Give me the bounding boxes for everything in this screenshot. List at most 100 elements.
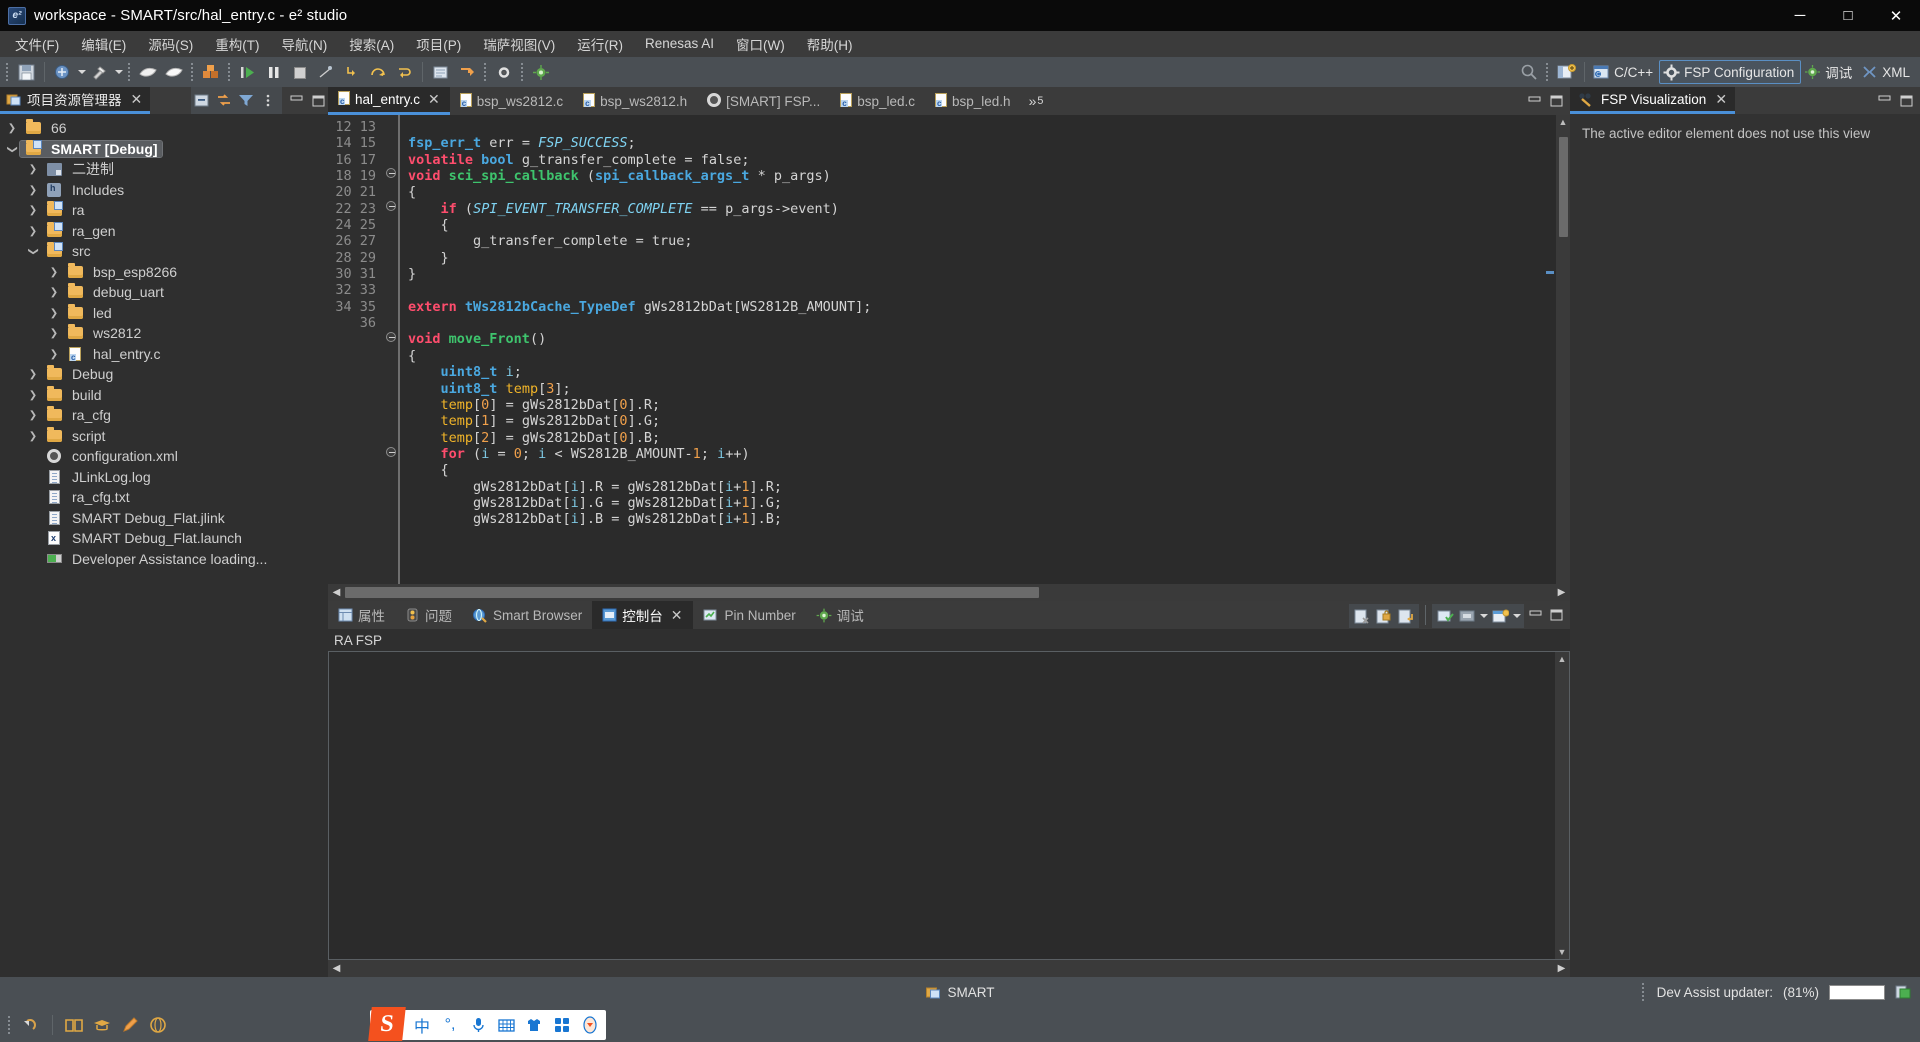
display-selected-console-icon[interactable]	[1434, 605, 1456, 627]
tree-item[interactable]: script	[0, 426, 328, 447]
scroll-right-icon[interactable]: ▶	[1553, 584, 1570, 601]
chevron-right-icon[interactable]	[4, 122, 20, 134]
perspective-fsp-configuration[interactable]: FSP Configuration	[1659, 60, 1802, 84]
perspective-cpp[interactable]: C C/C++	[1590, 60, 1659, 84]
editor-tab-smart-fsp[interactable]: [SMART] FSP...	[697, 87, 830, 115]
console-hscroll-track[interactable]	[345, 960, 1553, 977]
view-menu-icon[interactable]	[257, 90, 279, 112]
console-tab-[interactable]: 问题	[395, 601, 462, 629]
new-file-icon[interactable]	[429, 60, 453, 84]
build-all-dropdown-icon[interactable]	[76, 60, 87, 84]
code-text-area[interactable]: fsp_err_t err = FSP_SUCCESS; volatile bo…	[398, 115, 1570, 584]
toolbar-grip-4[interactable]	[226, 63, 233, 81]
resume-icon[interactable]	[236, 60, 260, 84]
tree-item[interactable]: SMART Debug_Flat.jlink	[0, 508, 328, 529]
console-tab-[interactable]: 调试	[806, 601, 874, 629]
clear-console-icon[interactable]	[1351, 605, 1373, 627]
step-into-icon[interactable]	[340, 60, 364, 84]
step-over-icon[interactable]	[366, 60, 390, 84]
tree-item[interactable]: build	[0, 385, 328, 406]
tab-fsp-visualization[interactable]: FSP Visualization ✕	[1570, 87, 1736, 114]
close-button[interactable]: ✕	[1872, 0, 1920, 31]
chevron-down-icon[interactable]	[4, 143, 20, 155]
menu-file[interactable]: 文件(F)	[4, 31, 70, 57]
fox-icon[interactable]	[580, 1016, 600, 1034]
code-editor[interactable]: 12 13 14 15 16 17 18 19 20 21 22 23 24 2…	[328, 115, 1570, 584]
tree-item[interactable]: configuration.xml	[0, 446, 328, 467]
close-icon[interactable]: ✕	[1715, 91, 1727, 108]
chevron-right-icon[interactable]	[46, 327, 62, 339]
chevron-down-icon[interactable]	[25, 245, 41, 257]
close-icon[interactable]: ✕	[428, 91, 440, 108]
editor-vertical-scrollbar[interactable]: ▲	[1556, 115, 1570, 584]
undo-icon[interactable]	[19, 1013, 43, 1037]
filter-icon[interactable]	[235, 90, 257, 112]
perspective-xml[interactable]: XML	[1858, 60, 1916, 84]
blocks-icon[interactable]	[199, 60, 223, 84]
console-vertical-scrollbar[interactable]: ▲ ▼	[1555, 652, 1569, 959]
hammer-build-icon[interactable]	[88, 60, 112, 84]
hammer-build-dropdown-icon[interactable]	[113, 60, 124, 84]
pencil-icon[interactable]	[118, 1013, 142, 1037]
open-console-dropdown-icon[interactable]	[1478, 604, 1489, 628]
chevron-right-icon[interactable]	[25, 184, 41, 196]
chevron-right-icon[interactable]	[25, 430, 41, 442]
run-bird-icon[interactable]	[162, 60, 186, 84]
tab-project-explorer[interactable]: 项目资源管理器 ✕	[0, 87, 151, 114]
minimize-console-icon[interactable]	[1525, 604, 1545, 626]
tree-item[interactable]: Includes	[0, 180, 328, 201]
keyboard-icon[interactable]	[496, 1018, 516, 1033]
project-tree[interactable]: 66 SMART [Debug] 二进制 Includes ra ra_gensrcbsp…	[0, 114, 328, 977]
debug-bug-icon[interactable]	[529, 60, 553, 84]
debug-bird-icon[interactable]	[136, 60, 160, 84]
chevron-right-icon[interactable]	[25, 204, 41, 216]
minimize-button[interactable]: ─	[1776, 0, 1824, 31]
chevron-right-icon[interactable]	[25, 225, 41, 237]
menu-project[interactable]: 项目(P)	[405, 31, 472, 57]
tree-item[interactable]: SMART Debug_Flat.launch	[0, 528, 328, 549]
editor-horizontal-scrollbar[interactable]: ◀ ▶	[328, 584, 1570, 601]
close-icon[interactable]: ✕	[131, 91, 143, 108]
pin-console-icon[interactable]	[1395, 605, 1417, 627]
chevron-right-icon[interactable]	[25, 389, 41, 401]
minimize-editor-icon[interactable]	[1524, 90, 1544, 112]
generate-project-content-icon[interactable]	[455, 60, 479, 84]
console-scroll-left-icon[interactable]: ◀	[328, 960, 345, 977]
fold-marker[interactable]	[386, 168, 396, 178]
menu-renesas-ai[interactable]: Renesas AI	[634, 33, 725, 54]
tree-item[interactable]: bsp_esp8266	[0, 262, 328, 283]
scroll-lock-icon[interactable]	[1373, 605, 1395, 627]
console-scroll-right-icon[interactable]: ▶	[1553, 960, 1570, 977]
step-return-icon[interactable]	[392, 60, 416, 84]
perspective-debug[interactable]: 调试	[1801, 60, 1858, 84]
tree-item[interactable]: ra_cfg.txt	[0, 487, 328, 508]
fold-marker[interactable]	[386, 447, 396, 457]
save-icon[interactable]	[14, 60, 38, 84]
suspend-icon[interactable]	[262, 60, 286, 84]
chevron-right-icon[interactable]	[25, 163, 41, 175]
new-console-view-icon[interactable]	[1489, 605, 1511, 627]
hscroll-track[interactable]	[345, 584, 1553, 601]
menu-help[interactable]: 帮助(H)	[796, 31, 864, 57]
tree-item[interactable]: ra_gen	[0, 221, 328, 242]
close-icon[interactable]: ✕	[671, 607, 683, 624]
toolbar-grip-3[interactable]	[189, 63, 196, 81]
sogou-logo-icon[interactable]: S	[368, 1007, 406, 1041]
chevron-right-icon[interactable]	[25, 409, 41, 421]
graduation-icon[interactable]	[90, 1013, 114, 1037]
terminate-icon[interactable]	[288, 60, 312, 84]
perspective-grip[interactable]	[1544, 63, 1551, 81]
minimize-view-icon[interactable]	[286, 90, 306, 112]
link-with-editor-icon[interactable]	[213, 90, 235, 112]
console-horizontal-scrollbar[interactable]: ◀ ▶	[328, 960, 1570, 977]
folding-gutter[interactable]	[384, 115, 398, 584]
menu-window[interactable]: 窗口(W)	[725, 31, 796, 57]
toolbar-grip-6[interactable]	[519, 63, 526, 81]
console-scroll-up-icon[interactable]: ▲	[1555, 652, 1569, 666]
console-output-area[interactable]: ▲ ▼	[328, 651, 1570, 960]
maximize-button[interactable]: □	[1824, 0, 1872, 31]
new-console-dropdown-icon[interactable]	[1511, 604, 1522, 628]
console-tab-smart-browser[interactable]: Smart Browser	[462, 601, 592, 629]
book-icon[interactable]	[62, 1013, 86, 1037]
menu-source[interactable]: 源码(S)	[137, 31, 204, 57]
